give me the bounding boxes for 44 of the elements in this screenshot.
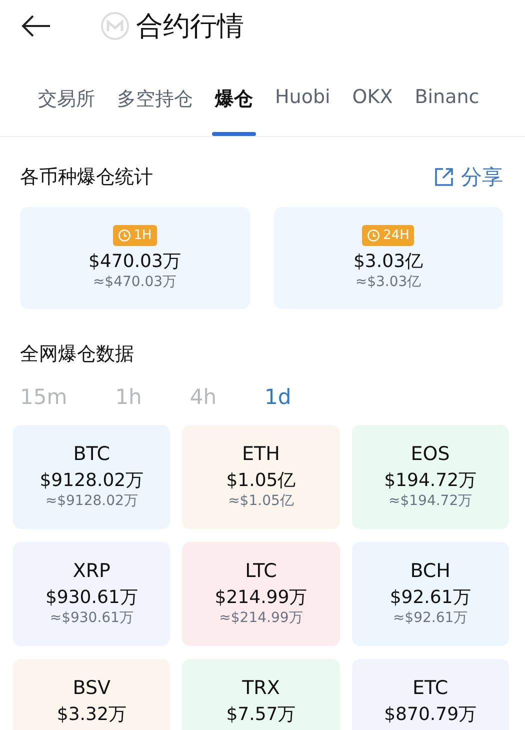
coin-symbol: ETH [242, 443, 280, 465]
coin-symbol: ETC [412, 677, 448, 699]
coin-symbol: BCH [410, 560, 450, 582]
amount: $194.72万 [384, 469, 477, 492]
amount: $3.03亿 [353, 250, 424, 273]
amount: $870.79万 [384, 703, 477, 726]
approx-amount: ≈$930.61万 [50, 609, 134, 627]
amount: $9128.02万 [40, 469, 144, 492]
coin-symbol: BSV [72, 677, 111, 699]
amount: $3.32万 [56, 703, 126, 726]
amount: $7.57万 [226, 703, 296, 726]
interval-tab[interactable]: 1d [264, 385, 292, 409]
share-button[interactable]: 分享 [433, 163, 503, 191]
tab[interactable]: OKX [352, 80, 393, 136]
approx-amount: ≈$1.05亿 [228, 492, 294, 510]
tab[interactable]: Huobi [275, 80, 330, 136]
period-badge: 24H [362, 225, 414, 246]
approx-amount: ≈$214.99万 [219, 609, 303, 627]
amount: $470.03万 [88, 250, 181, 273]
coin-symbol: XRP [72, 560, 110, 582]
period-badge: 1H [112, 225, 157, 246]
coin-symbol: TRX [242, 677, 280, 699]
section-title: 各币种爆仓统计 [20, 165, 153, 190]
logo-icon [100, 11, 130, 41]
tab[interactable]: 爆仓 [215, 80, 253, 136]
approx-amount: ≈$92.61万 [392, 609, 468, 627]
approx-amount: ≈$9128.02万 [45, 492, 138, 510]
coin-symbol: BTC [73, 443, 110, 465]
approx-amount: ≈$194.72万 [388, 492, 472, 510]
coin-symbol: LTC [245, 560, 277, 582]
tab[interactable]: 交易所 [38, 80, 95, 136]
tab[interactable]: Binanc [414, 80, 480, 136]
amount: $1.05亿 [226, 469, 296, 492]
section-title: 全网爆仓数据 [20, 342, 134, 367]
approx-amount: ≈$470.03万 [92, 273, 177, 291]
amount: $92.61万 [390, 586, 471, 609]
share-icon [433, 166, 455, 188]
amount: $930.61万 [45, 586, 138, 609]
amount: $214.99万 [214, 586, 308, 609]
approx-amount: ≈$3.03亿 [355, 273, 422, 291]
page-title: 合约行情 [136, 10, 244, 44]
tab[interactable]: 多空持仓 [117, 80, 193, 136]
coin-symbol: EOS [410, 443, 450, 465]
back-arrow-icon[interactable] [20, 14, 52, 38]
